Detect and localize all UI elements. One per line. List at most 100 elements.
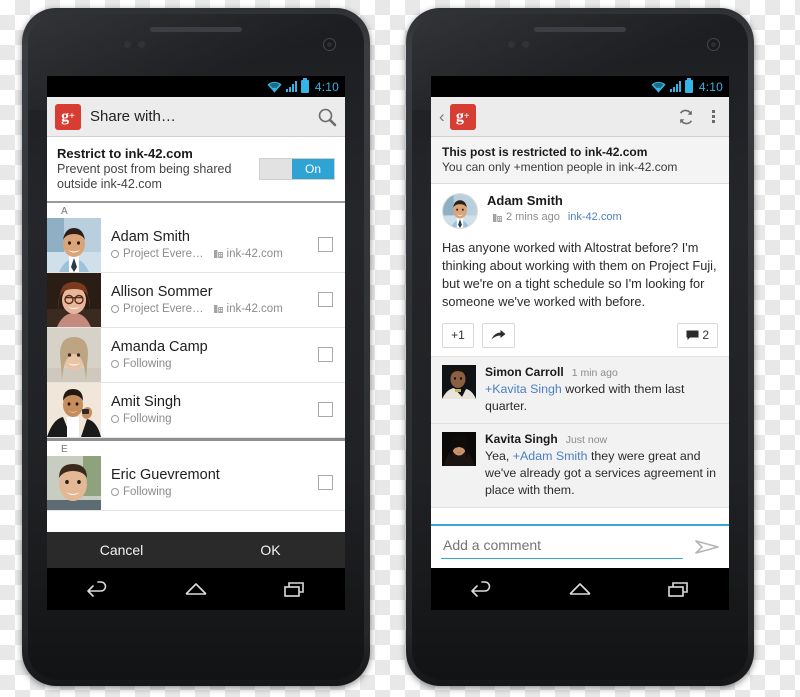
screen-right: 4:10 ‹ g + This post is restricted to in…: [431, 76, 729, 610]
avatar[interactable]: [442, 431, 476, 466]
comment-body: Simon Carroll 1 min ago +Kavita Singh wo…: [485, 365, 718, 415]
contact-meta: Project Evere… ink-42.com: [111, 303, 312, 315]
contact-checkbox[interactable]: [318, 347, 333, 362]
contact-circle-label: Project Evere…: [123, 247, 204, 260]
contact-checkbox[interactable]: [318, 475, 333, 490]
nav-home-icon[interactable]: [183, 579, 209, 599]
avatar[interactable]: [442, 193, 478, 229]
circle-icon: [111, 249, 119, 258]
contact-circle-label: Following: [123, 357, 172, 370]
back-chevron-icon[interactable]: ‹: [439, 108, 445, 125]
contact-checkbox[interactable]: [318, 402, 333, 417]
contact-info: Allison Sommer Project Evere… ink-42.com: [101, 284, 318, 315]
contact-info: Eric Guevremont Following: [101, 467, 318, 498]
nav-back-icon[interactable]: [84, 579, 110, 599]
post-author-name[interactable]: Adam Smith: [487, 193, 622, 208]
nav-home-icon[interactable]: [567, 579, 593, 599]
phone-device-left: 4:10 g + Share with… Restrict to ink-42.…: [22, 8, 370, 686]
dialog-button-bar: Cancel OK: [47, 532, 345, 568]
gplus-logo-letter: g: [455, 107, 464, 125]
action-bar-left: g + Share with…: [47, 97, 345, 137]
contact-name: Amit Singh: [111, 394, 182, 411]
contact-circle-label: Project Evere…: [123, 302, 204, 315]
circle-icon: [111, 487, 119, 496]
google-plus-logo-icon[interactable]: g +: [449, 103, 476, 130]
contact-row[interactable]: Amit Singh Following: [47, 382, 345, 438]
domain-building-icon: [493, 213, 502, 222]
comment-text: +Kavita Singh worked with them last quar…: [485, 381, 718, 415]
mention-link[interactable]: +Kavita Singh: [485, 382, 562, 396]
mention-link[interactable]: +Adam Smith: [513, 449, 588, 463]
contact-info: Adam Smith Project Evere… ink-42.com: [101, 229, 318, 260]
phone-bezel-right: 4:10 ‹ g + This post is restricted to in…: [412, 14, 748, 680]
search-icon[interactable]: [317, 107, 337, 127]
light-sensor-icon: [522, 41, 529, 48]
signal-bars-icon: [669, 81, 681, 92]
restrict-setting-row[interactable]: Restrict to ink-42.com Prevent post from…: [47, 137, 345, 203]
ok-button[interactable]: OK: [196, 542, 345, 558]
post-meta: 2 mins ago ink-42.com: [487, 211, 622, 223]
screenshot-stage: 4:10 g + Share with… Restrict to ink-42.…: [0, 0, 800, 697]
comment-author[interactable]: Kavita Singh: [485, 432, 558, 446]
action-bar-actions-right: [677, 108, 721, 126]
contact-row[interactable]: Amanda Camp Following: [47, 327, 345, 383]
contact-checkbox[interactable]: [318, 292, 333, 307]
action-bar-right: ‹ g +: [431, 97, 729, 137]
circle-icon: [111, 304, 119, 313]
signal-bars-icon: [285, 81, 297, 92]
plus-one-button[interactable]: +1: [442, 322, 474, 348]
section-header-a: A: [61, 205, 69, 217]
refresh-icon[interactable]: [677, 108, 695, 126]
contact-list[interactable]: A Adam Smith Project Evere… ink-42.com A…: [47, 202, 345, 511]
comment-timestamp: 1 min ago: [571, 366, 618, 379]
avatar: [47, 327, 101, 382]
status-bar-left: 4:10: [47, 76, 345, 97]
comment-text-before: Yea,: [485, 448, 513, 463]
restrict-toggle[interactable]: On: [259, 158, 335, 180]
light-sensor-icon: [138, 41, 145, 48]
avatar: [47, 455, 101, 510]
comment-count: 2: [702, 328, 709, 343]
contact-circle-label: Following: [123, 412, 172, 425]
earpiece-speaker: [150, 27, 242, 32]
battery-icon: [684, 80, 693, 93]
comment-header: Simon Carroll 1 min ago: [485, 365, 718, 379]
avatar: [47, 272, 101, 327]
avatar[interactable]: [442, 364, 476, 399]
nav-back-icon[interactable]: [468, 579, 494, 599]
contact-row[interactable]: Allison Sommer Project Evere… ink-42.com: [47, 272, 345, 328]
nav-recents-icon[interactable]: [282, 579, 308, 599]
action-bar-actions-left: [317, 107, 337, 127]
send-arrow-icon[interactable]: [695, 539, 719, 555]
phone-device-right: 4:10 ‹ g + This post is restricted to in…: [406, 8, 754, 686]
list-item[interactable]: Kavita Singh Just now Yea, +Adam Smith t…: [431, 424, 729, 509]
overflow-menu-icon[interactable]: [705, 110, 721, 123]
circle-icon: [111, 359, 119, 368]
comment-count-button[interactable]: 2: [677, 322, 718, 348]
contact-checkbox[interactable]: [318, 237, 333, 252]
contact-meta: Following: [111, 358, 312, 370]
list-item[interactable]: Simon Carroll 1 min ago +Kavita Singh wo…: [431, 357, 729, 424]
wifi-icon: [267, 81, 282, 93]
post-action-bar: +1 2: [442, 322, 718, 348]
wifi-icon: [651, 81, 666, 93]
contact-name: Adam Smith: [111, 229, 190, 246]
share-arrow-icon: [491, 329, 506, 341]
share-button[interactable]: [482, 322, 515, 348]
status-bar-clock: 4:10: [698, 79, 723, 94]
post-timestamp: 2 mins ago: [506, 211, 560, 223]
restrict-title: Restrict to ink-42.com: [57, 146, 193, 161]
contact-row[interactable]: Adam Smith Project Evere… ink-42.com: [47, 217, 345, 273]
contact-row[interactable]: Eric Guevremont Following: [47, 455, 345, 511]
post-domain[interactable]: ink-42.com: [568, 211, 622, 223]
restrict-toggle-label: On: [292, 159, 334, 179]
cancel-button[interactable]: Cancel: [47, 542, 196, 558]
android-nav-bar-right: [431, 568, 729, 610]
comment-author[interactable]: Simon Carroll: [485, 365, 564, 379]
google-plus-logo-icon[interactable]: g +: [55, 103, 81, 130]
comment-input[interactable]: [441, 535, 683, 559]
contact-domain: ink-42.com: [226, 302, 283, 315]
contact-domain: ink-42.com: [226, 247, 283, 260]
nav-recents-icon[interactable]: [666, 579, 692, 599]
comment-body: Kavita Singh Just now Yea, +Adam Smith t…: [485, 432, 718, 499]
